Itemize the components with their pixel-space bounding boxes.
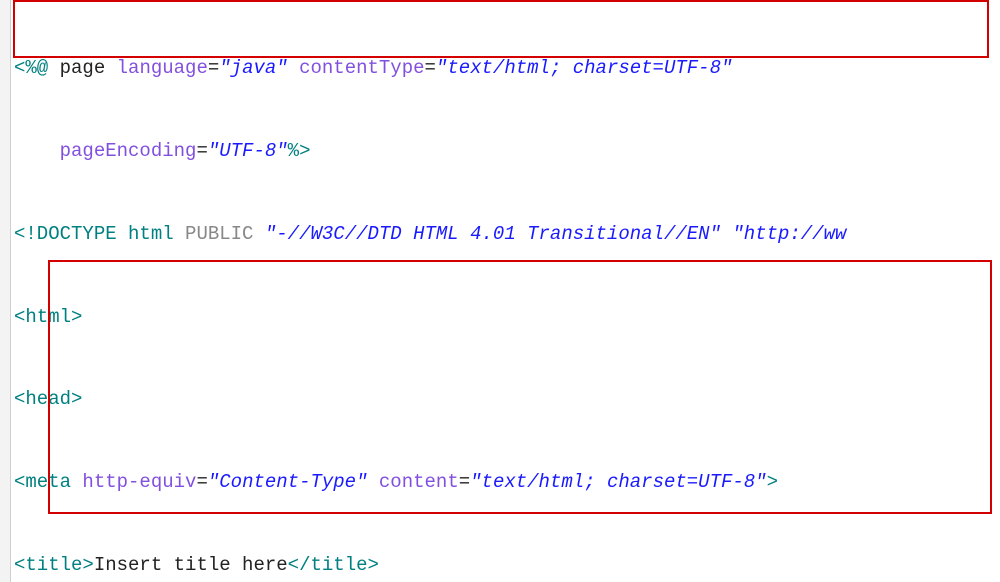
code-line: <html> [14,304,1000,332]
code-line: <meta http-equiv="Content-Type" content=… [14,469,1000,497]
code-line: <head> [14,386,1000,414]
code-line: <!DOCTYPE html PUBLIC "-//W3C//DTD HTML … [14,221,1000,249]
code-area: <%@ page language="java" contentType="te… [14,0,1000,582]
code-line: <%@ page language="java" contentType="te… [14,55,1000,83]
line-number-gutter [0,0,11,582]
code-line: pageEncoding="UTF-8"%> [14,138,1000,166]
code-editor: <%@ page language="java" contentType="te… [0,0,1000,582]
code-line: <title>Insert title here</title> [14,552,1000,580]
